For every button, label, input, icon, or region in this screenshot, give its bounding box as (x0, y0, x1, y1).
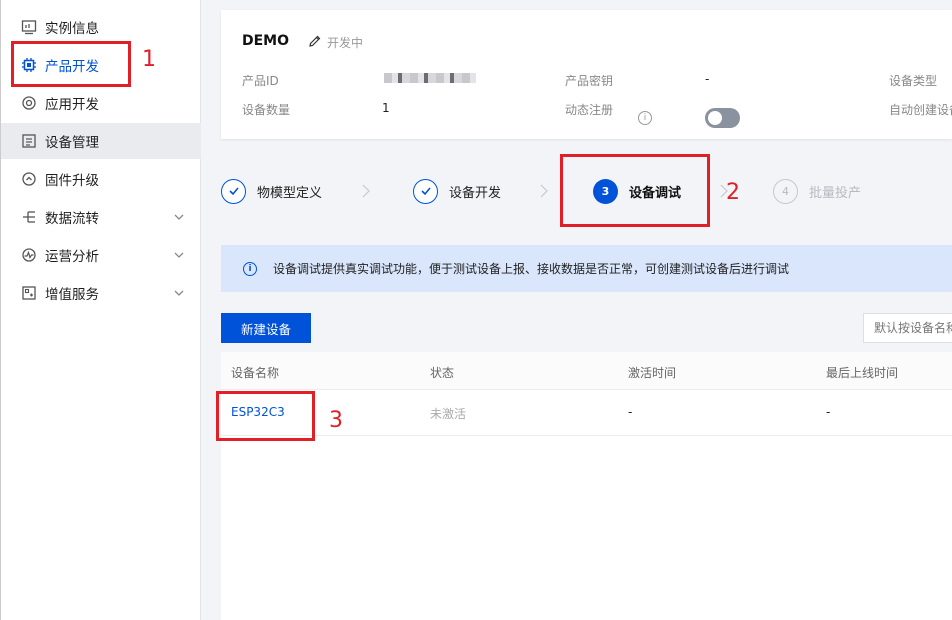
product-info-card: DEMO 开发中 产品ID 产品密钥 - 设备类型 设备数量 1 动态注册 i … (221, 10, 952, 139)
check-icon (413, 178, 438, 204)
upgrade-icon (21, 171, 37, 187)
flow-icon (21, 209, 37, 225)
chevron-down-icon[interactable] (173, 249, 185, 261)
chevron-down-icon[interactable] (173, 211, 185, 223)
product-name: DEMO (242, 33, 290, 49)
chevron-right-icon (362, 184, 370, 198)
device-count-label: 设备数量 (242, 103, 291, 117)
annotation-number-1: 1 (142, 47, 156, 72)
annotation-number-3: 3 (329, 408, 343, 433)
sidebar-item-label: 固件升级 (45, 173, 99, 189)
monitor-icon (21, 19, 37, 35)
column-header-last-online: 最后上线时间 (826, 366, 899, 380)
sidebar-item-label: 运营分析 (45, 249, 99, 265)
device-type-label: 设备类型 (889, 74, 938, 88)
step-label: 设备开发 (449, 185, 502, 201)
column-header-device-name: 设备名称 (231, 366, 280, 380)
step-label: 批量投产 (809, 185, 862, 201)
step-model-definition[interactable]: 物模型定义 (221, 178, 322, 204)
product-secret-label: 产品密钥 (565, 74, 614, 88)
notice-text: 设备调试提供真实调试功能，便于测试设备上报、接收数据是否正常，可创建测试设备后进… (273, 262, 790, 276)
product-secret-value: - (705, 72, 710, 86)
step-device-development[interactable]: 设备开发 (413, 178, 501, 204)
new-device-button[interactable]: 新建设备 (221, 313, 311, 343)
step-number: 4 (773, 178, 798, 204)
analytics-icon (21, 247, 37, 263)
chevron-down-icon[interactable] (173, 287, 185, 299)
chevron-right-icon (540, 184, 548, 198)
sidebar: 实例信息 产品开发 应用开发 设备管理 固件升级 数据流转 运营分析 增值服务 (0, 0, 201, 620)
annotation-box-1 (11, 41, 131, 87)
main-content: DEMO 开发中 产品ID 产品密钥 - 设备类型 设备数量 1 动态注册 i … (201, 0, 952, 620)
column-header-activated-time: 激活时间 (628, 366, 677, 380)
sidebar-item-label: 数据流转 (45, 211, 99, 227)
device-list-icon (21, 133, 37, 149)
sidebar-item-value-services[interactable]: 增值服务 (1, 275, 201, 311)
dynamic-register-label: 动态注册 (565, 103, 614, 117)
annotation-number-2: 2 (726, 180, 740, 205)
annotation-box-3 (216, 391, 315, 441)
device-last-online: - (826, 405, 831, 419)
sidebar-item-firmware-upgrade[interactable]: 固件升级 (1, 161, 201, 197)
check-icon (221, 178, 246, 204)
sidebar-item-operations-analysis[interactable]: 运营分析 (1, 237, 201, 273)
product-id-label: 产品ID (242, 74, 279, 88)
sidebar-item-label: 增值服务 (45, 287, 99, 303)
device-count-value: 1 (382, 101, 390, 115)
step-mass-production[interactable]: 4 批量投产 (773, 178, 861, 204)
sidebar-item-label: 实例信息 (45, 21, 99, 37)
edit-icon[interactable] (308, 34, 322, 48)
annotation-box-2 (560, 154, 710, 227)
dynamic-register-toggle[interactable] (705, 108, 740, 128)
device-activated-time: - (628, 405, 633, 419)
info-icon: i (243, 261, 257, 276)
device-status: 未激活 (430, 407, 467, 421)
sidebar-item-instance-info[interactable]: 实例信息 (1, 9, 201, 45)
step-label: 物模型定义 (257, 185, 323, 201)
sidebar-item-data-flow[interactable]: 数据流转 (1, 199, 201, 235)
value-service-icon (21, 285, 37, 301)
product-id-value-redacted (384, 73, 476, 83)
auto-create-label: 自动创建设备 (889, 103, 952, 117)
table-header: 设备名称 状态 激活时间 最后上线时间 (221, 352, 952, 390)
info-icon[interactable]: i (638, 111, 652, 125)
sidebar-item-device-management[interactable]: 设备管理 (1, 123, 201, 159)
sidebar-item-label: 应用开发 (45, 97, 99, 113)
sidebar-item-label: 设备管理 (45, 135, 99, 151)
sidebar-item-app-dev[interactable]: 应用开发 (1, 85, 201, 121)
device-table: 设备名称 状态 激活时间 最后上线时间 ESP32C3 未激活 - - (221, 352, 952, 620)
device-search-input[interactable] (863, 313, 952, 343)
column-header-status: 状态 (430, 366, 455, 380)
toggle-knob (708, 111, 722, 125)
product-status: 开发中 (327, 36, 364, 50)
target-icon (21, 95, 37, 111)
debug-notice: i 设备调试提供真实调试功能，便于测试设备上报、接收数据是否正常，可创建测试设备… (221, 245, 952, 292)
